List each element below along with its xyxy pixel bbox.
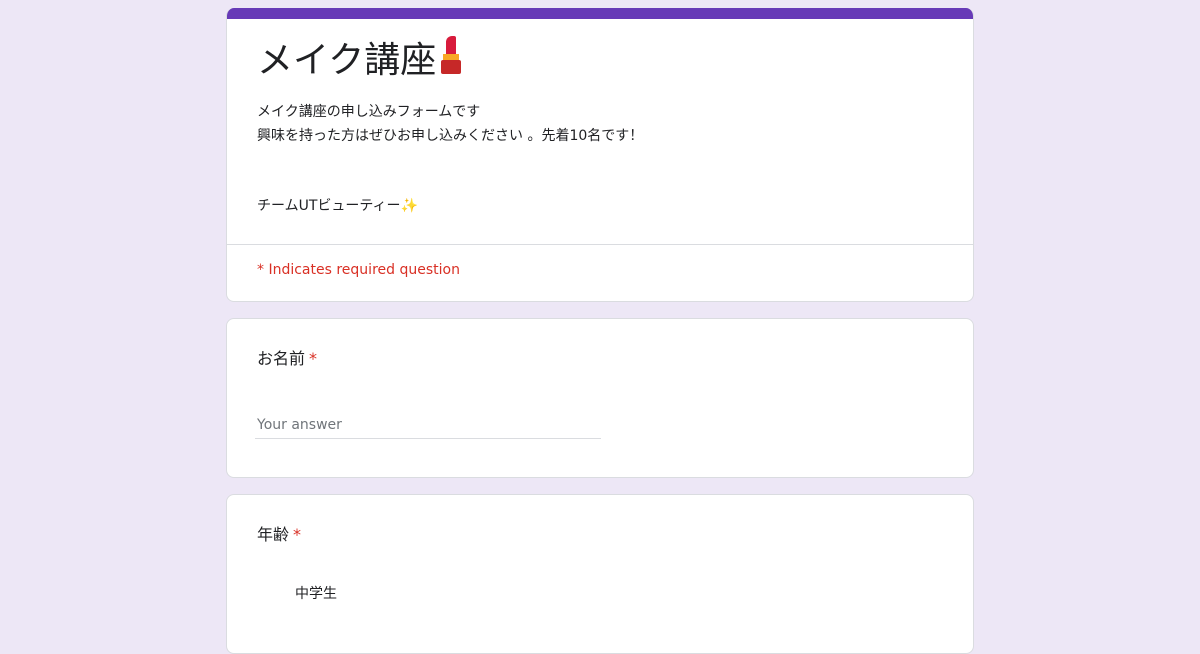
header-divider (227, 244, 973, 245)
form-title-text: メイク講座 (257, 40, 437, 81)
required-asterisk: * (293, 525, 302, 544)
age-option-junior-high[interactable]: 中学生 (257, 581, 337, 605)
accent-bar (227, 8, 973, 19)
form-header-card: メイク講座 メイク講座の申し込みフォームです 興味を持った方はぜひお申し込みくだ… (226, 8, 974, 302)
question-card-name: お名前 * (226, 318, 974, 478)
description-line: 興味を持った方はぜひお申し込みください 。先着10名です！ (257, 128, 644, 144)
question-title: 年齢 * (257, 523, 301, 547)
question-title-text: お名前 (257, 349, 306, 368)
question-title: お名前 * (257, 347, 317, 371)
description-line: メイク講座の申し込みフォームです (257, 104, 481, 120)
lipstick-icon (440, 36, 462, 76)
question-title-text: 年齢 (257, 525, 290, 544)
form-title: メイク講座 (257, 36, 462, 85)
option-label: 中学生 (295, 586, 337, 602)
required-question-note: * Indicates required question (257, 262, 460, 278)
form-description: メイク講座の申し込みフォームです 興味を持った方はぜひお申し込みください 。先着… (257, 100, 643, 148)
form-column: メイク講座 メイク講座の申し込みフォームです 興味を持った方はぜひお申し込みくだ… (226, 8, 974, 654)
required-asterisk: * (309, 349, 318, 368)
team-signature: チームUTビューティー✨ (257, 198, 418, 214)
name-answer-input[interactable] (255, 411, 601, 439)
question-card-age: 年齢 * 中学生 (226, 494, 974, 654)
